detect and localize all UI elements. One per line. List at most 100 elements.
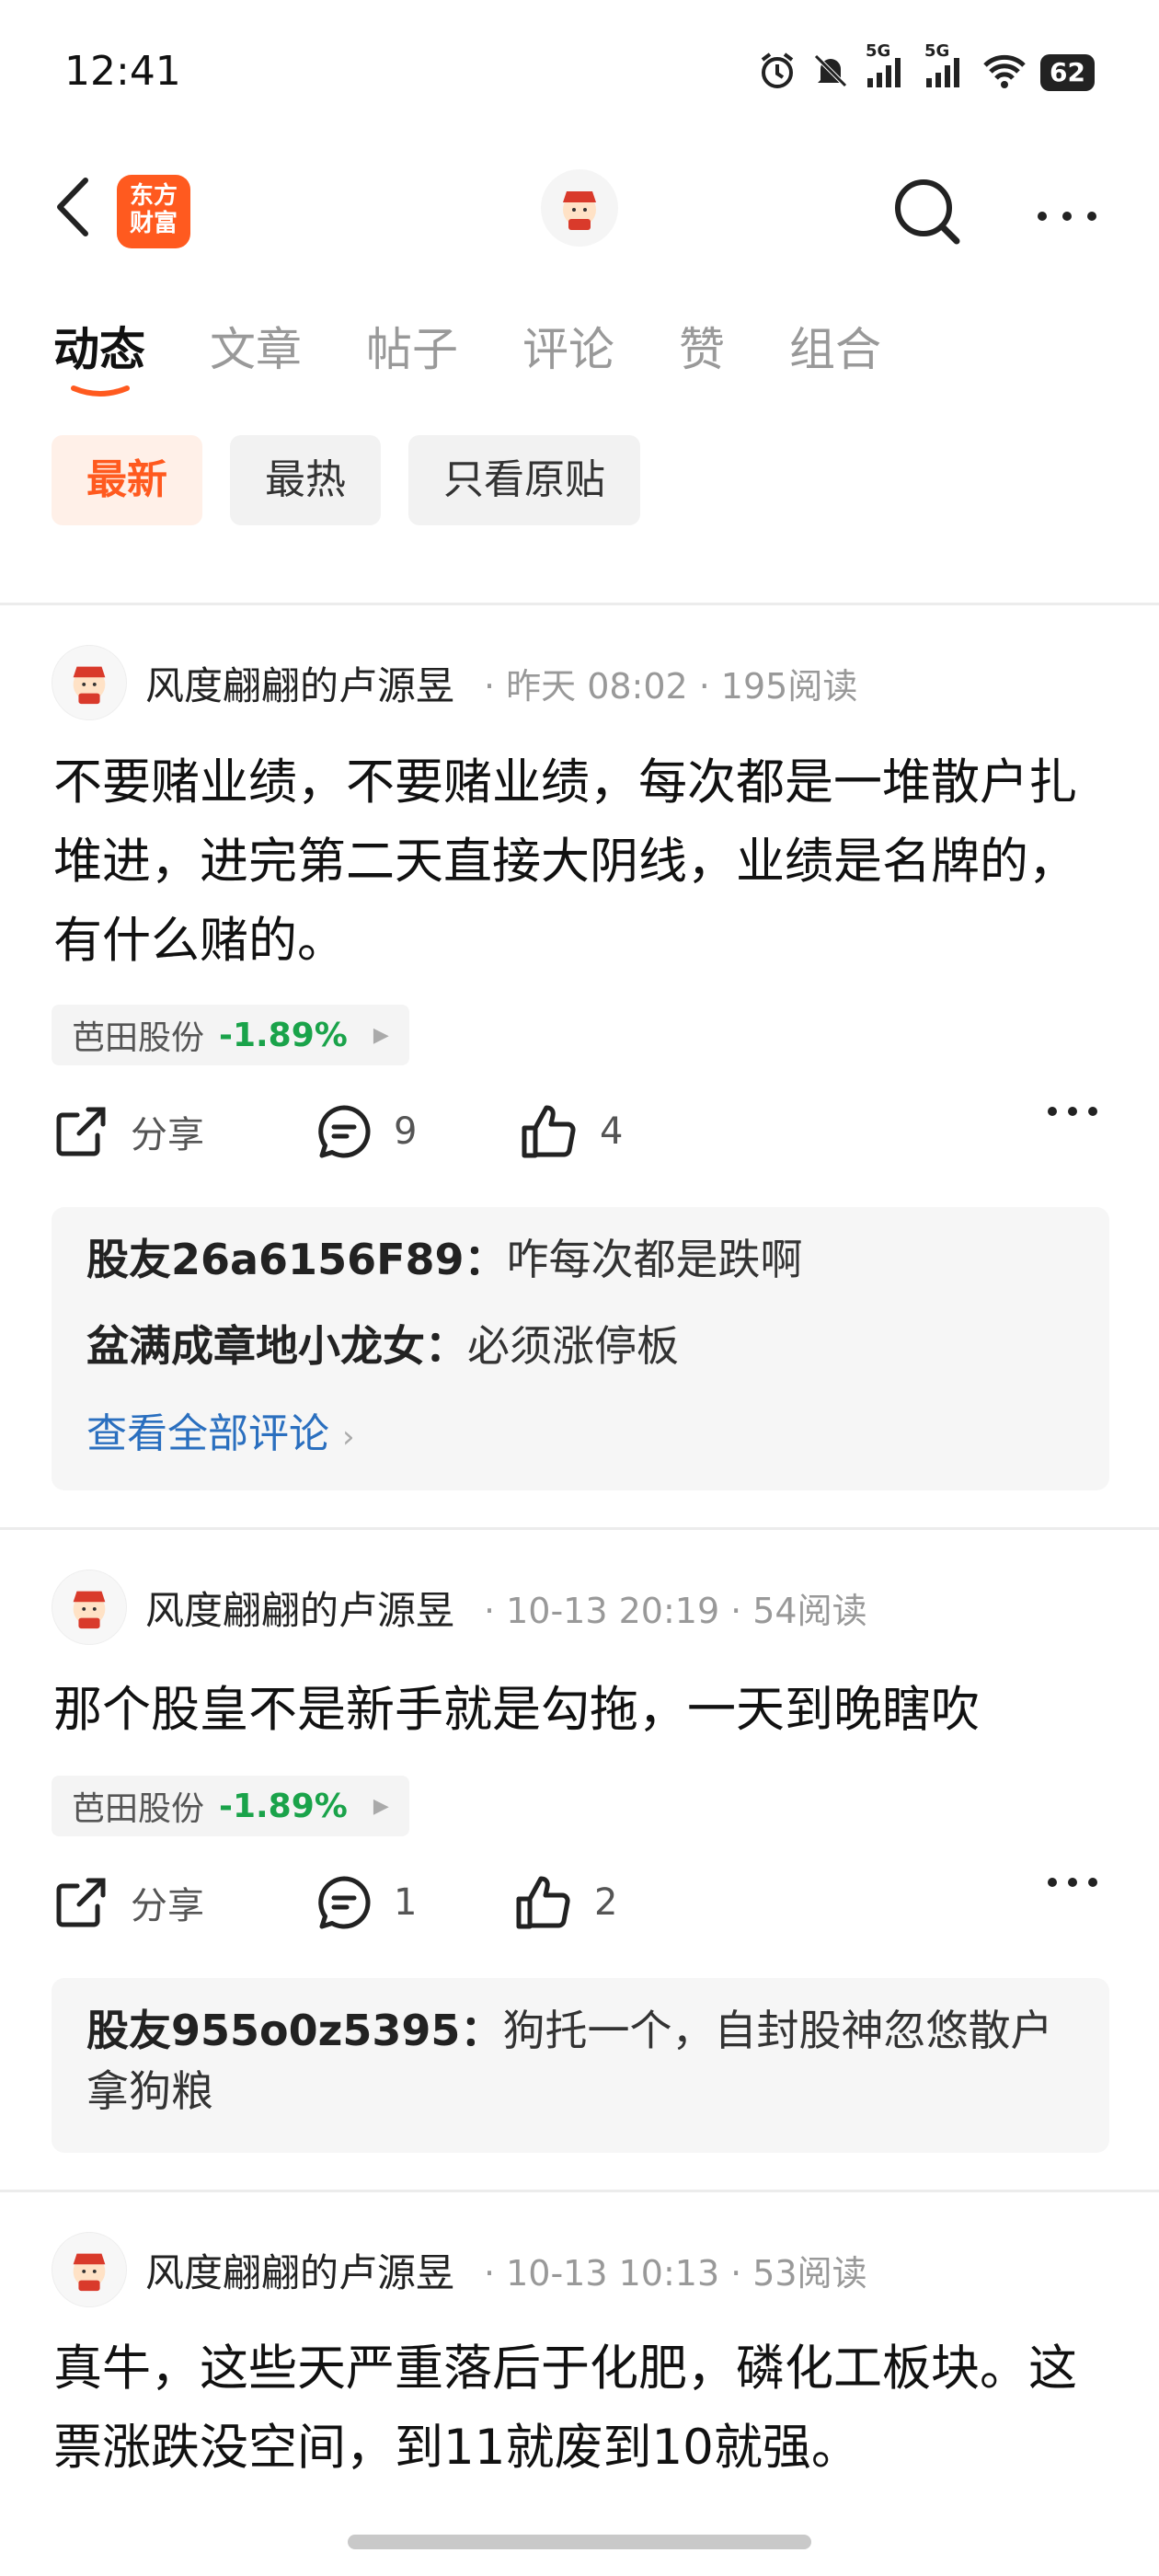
chevron-left-icon bbox=[57, 178, 88, 236]
tab-label: 帖子 bbox=[366, 323, 458, 376]
status-bar: 12:41 5G 5G 62 bbox=[0, 0, 1159, 147]
play-arrow-icon: ▶ bbox=[373, 1794, 389, 1818]
post-reads: 54阅读 bbox=[752, 1590, 867, 1631]
mascot-icon bbox=[73, 666, 106, 705]
post-meta: · 10-13 10:13 · 53阅读 bbox=[484, 2252, 867, 2294]
share-label: 分享 bbox=[131, 1885, 204, 1927]
comment-user[interactable]: 股友26a6156F89： bbox=[86, 1235, 507, 1284]
comment-text: 必须涨停板 bbox=[467, 1321, 679, 1371]
filter-latest[interactable]: 最新 bbox=[52, 435, 202, 525]
comment-item: 盆满成章地小龙女：必须涨停板 bbox=[86, 1316, 679, 1376]
thumbs-up-icon bbox=[516, 1876, 570, 1929]
tab-underline bbox=[71, 385, 130, 397]
comment-user[interactable]: 股友955o0z5395： bbox=[86, 2006, 502, 2055]
tab-portfolio[interactable]: 组合 bbox=[789, 313, 881, 386]
post-text[interactable]: 真牛，这些天严重落后于化肥，磷化工板块。这票涨跌没空间，到11就废到10就强。 bbox=[53, 2329, 1111, 2488]
post-meta: · 10-13 20:19 · 54阅读 bbox=[484, 1590, 867, 1631]
more-button[interactable] bbox=[1035, 175, 1099, 239]
tab-posts[interactable]: 帖子 bbox=[366, 313, 458, 386]
view-all-comments-link[interactable]: 查看全部评论 › bbox=[86, 1400, 355, 1459]
author-row: 风度翩翩的卢源昱 · 10-13 20:19 · 54阅读 bbox=[52, 1569, 867, 1646]
profile-avatar[interactable] bbox=[541, 169, 618, 247]
post-reads: 53阅读 bbox=[752, 2252, 867, 2294]
share-button[interactable]: 分享 bbox=[52, 1873, 204, 1932]
tab-comments[interactable]: 评论 bbox=[522, 313, 614, 386]
post-time: 10-13 10:13 bbox=[506, 2252, 720, 2294]
post-more-button[interactable] bbox=[1045, 1102, 1120, 1121]
app-logo[interactable]: 东方 财富 bbox=[117, 175, 190, 248]
like-count: 2 bbox=[594, 1881, 618, 1924]
filter-bar: 最新 最热 只看原贴 bbox=[52, 435, 640, 525]
alarm-icon bbox=[757, 51, 798, 95]
author-avatar[interactable] bbox=[52, 2232, 127, 2307]
comment-icon bbox=[318, 1876, 371, 1929]
comment-item: 股友26a6156F89：咋每次都是跌啊 bbox=[86, 1229, 803, 1290]
post-text[interactable]: 那个股皇不是新手就是勾拖，一天到晚瞎吹 bbox=[53, 1671, 1111, 1750]
author-name[interactable]: 风度翩翩的卢源昱 bbox=[145, 655, 454, 711]
like-button[interactable]: 4 bbox=[519, 1102, 623, 1161]
battery-indicator: 62 bbox=[1040, 54, 1095, 91]
chevron-right-icon: › bbox=[342, 1419, 355, 1455]
comment-text: 咋每次都是跌啊 bbox=[506, 1235, 803, 1284]
stock-change: -1.89% bbox=[219, 1016, 348, 1054]
tab-label: 组合 bbox=[789, 323, 881, 376]
comment-item: 股友955o0z5395：狗托一个，自封股神忽悠散户拿狗粮 bbox=[86, 2000, 1080, 2122]
top-nav: 东方 财富 bbox=[0, 166, 1159, 248]
comment-button[interactable]: 9 bbox=[315, 1102, 417, 1161]
stock-tag[interactable]: 芭田股份 -1.89% ▶ bbox=[52, 1005, 409, 1065]
tab-dynamics[interactable]: 动态 bbox=[53, 313, 145, 397]
filter-original-only[interactable]: 只看原贴 bbox=[408, 435, 640, 525]
stock-tag[interactable]: 芭田股份 -1.89% ▶ bbox=[52, 1776, 409, 1836]
author-name[interactable]: 风度翩翩的卢源昱 bbox=[145, 1580, 454, 1636]
stock-name: 芭田股份 bbox=[72, 1019, 205, 1057]
comments-preview[interactable]: 股友955o0z5395：狗托一个，自封股神忽悠散户拿狗粮 bbox=[52, 1978, 1109, 2153]
tab-articles[interactable]: 文章 bbox=[210, 313, 302, 386]
divider bbox=[0, 1527, 1159, 1530]
share-icon bbox=[56, 1878, 106, 1927]
signal-icon-1: 5G bbox=[864, 41, 910, 95]
author-avatar[interactable] bbox=[52, 1570, 127, 1645]
comment-user[interactable]: 盆满成章地小龙女： bbox=[86, 1321, 467, 1371]
post-meta: · 昨天 08:02 · 195阅读 bbox=[484, 665, 858, 707]
tab-label: 评论 bbox=[522, 323, 614, 376]
author-row: 风度翩翩的卢源昱 · 昨天 08:02 · 195阅读 bbox=[52, 644, 857, 721]
logo-line-1: 东方 bbox=[129, 182, 178, 210]
thumbs-up-icon bbox=[522, 1105, 576, 1158]
network-type-1: 5G bbox=[866, 41, 891, 61]
post-reads: 195阅读 bbox=[720, 665, 858, 707]
comment-count: 1 bbox=[394, 1881, 418, 1924]
action-bar: 分享 9 4 bbox=[52, 1102, 1109, 1176]
comments-preview[interactable]: 股友26a6156F89：咋每次都是跌啊 盆满成章地小龙女：必须涨停板 查看全部… bbox=[52, 1207, 1109, 1490]
mute-icon bbox=[810, 51, 851, 95]
status-icons: 5G 5G 62 bbox=[757, 41, 1095, 95]
view-all-label: 查看全部评论 bbox=[86, 1410, 329, 1457]
author-row: 风度翩翩的卢源昱 · 10-13 10:13 · 53阅读 bbox=[52, 2231, 867, 2308]
post-text[interactable]: 不要赌业绩，不要赌业绩，每次都是一堆散户扎堆进，进完第二天直接大阴线，业绩是名牌… bbox=[53, 743, 1111, 981]
comment-icon bbox=[318, 1105, 371, 1158]
comment-button[interactable]: 1 bbox=[315, 1873, 417, 1932]
action-bar: 分享 1 2 bbox=[52, 1873, 1109, 1947]
filter-hot[interactable]: 最热 bbox=[230, 435, 381, 525]
divider bbox=[0, 2190, 1159, 2192]
post-time: 10-13 20:19 bbox=[506, 1590, 720, 1631]
tab-likes[interactable]: 赞 bbox=[679, 313, 725, 386]
post-time: 昨天 08:02 bbox=[506, 665, 688, 707]
more-dots-icon bbox=[1048, 1878, 1097, 1887]
author-name[interactable]: 风度翩翩的卢源昱 bbox=[145, 2242, 454, 2298]
author-avatar[interactable] bbox=[52, 645, 127, 720]
play-arrow-icon: ▶ bbox=[373, 1023, 389, 1047]
back-button[interactable] bbox=[51, 175, 97, 239]
share-icon bbox=[56, 1107, 106, 1156]
share-label: 分享 bbox=[131, 1114, 204, 1156]
home-indicator[interactable] bbox=[348, 2535, 811, 2549]
share-button[interactable]: 分享 bbox=[52, 1102, 204, 1161]
tab-label: 赞 bbox=[679, 323, 725, 376]
search-button[interactable] bbox=[890, 175, 964, 248]
more-dots-icon bbox=[1048, 1107, 1097, 1116]
mascot-icon bbox=[73, 1591, 106, 1629]
more-dots-icon bbox=[1038, 212, 1096, 221]
post-more-button[interactable] bbox=[1045, 1873, 1120, 1892]
logo-line-2: 财富 bbox=[129, 210, 178, 237]
like-button[interactable]: 2 bbox=[513, 1873, 617, 1932]
mascot-icon bbox=[563, 191, 596, 230]
